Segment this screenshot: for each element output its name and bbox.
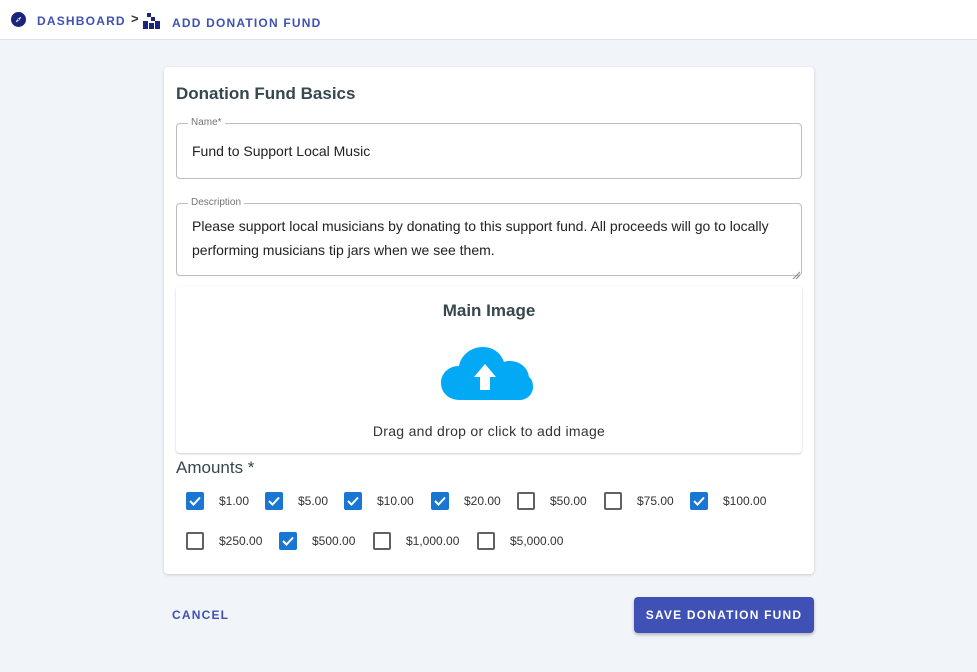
donation-blocks-icon	[143, 12, 161, 33]
breadcrumb-current-label: ADD DONATION FUND	[172, 15, 322, 30]
save-donation-fund-button[interactable]: SAVE DONATION FUND	[634, 597, 814, 633]
description-field-label: Description	[188, 197, 245, 209]
amount-checkbox-250[interactable]: $250.00	[186, 532, 262, 550]
amount-label: $10.00	[377, 494, 414, 508]
amount-checkbox-75[interactable]: $75.00	[604, 492, 674, 510]
compass-icon	[11, 12, 26, 30]
amount-checkbox-5000[interactable]: $5,000.00	[477, 532, 563, 550]
top-bar: DASHBOARD > ADD DONATION FUND	[0, 0, 977, 40]
donation-fund-card: Donation Fund Basics Name* Fund to Suppo…	[164, 67, 814, 574]
amount-label: $100.00	[723, 494, 767, 508]
checkbox-icon[interactable]	[517, 492, 535, 510]
breadcrumb-separator: >	[131, 11, 139, 26]
cloud-upload-icon	[440, 346, 534, 407]
cancel-button[interactable]: CANCEL	[172, 608, 229, 622]
resize-handle-icon[interactable]	[792, 266, 801, 280]
amount-label: $75.00	[637, 494, 674, 508]
breadcrumb-dashboard[interactable]: DASHBOARD	[11, 12, 126, 30]
checkbox-icon[interactable]	[186, 532, 204, 550]
amount-label: $50.00	[550, 494, 587, 508]
checkbox-icon[interactable]	[186, 492, 204, 510]
checkbox-icon[interactable]	[373, 532, 391, 550]
amount-label: $1.00	[219, 494, 250, 508]
main-image-hint: Drag and drop or click to add image	[372, 423, 606, 439]
amount-checkbox-5[interactable]: $5.00	[265, 492, 328, 510]
amount-label: $500.00	[312, 534, 356, 548]
checkbox-icon[interactable]	[265, 492, 283, 510]
main-image-title: Main Image	[442, 301, 536, 320]
amount-checkbox-50[interactable]: $50.00	[517, 492, 587, 510]
amount-checkbox-20[interactable]: $20.00	[431, 492, 501, 510]
amounts-title: Amounts *	[176, 458, 255, 477]
checkbox-icon[interactable]	[477, 532, 495, 550]
breadcrumb-dashboard-label: DASHBOARD	[37, 14, 126, 28]
description-field[interactable]: Description Please support local musicia…	[176, 197, 802, 280]
amount-checkbox-1[interactable]: $1.00	[186, 492, 249, 510]
breadcrumb-add-donation-fund: ADD DONATION FUND	[143, 12, 322, 33]
amount-label: $250.00	[219, 534, 263, 548]
checkbox-icon[interactable]	[344, 492, 362, 510]
name-field-label: Name*	[188, 117, 225, 129]
checkbox-icon[interactable]	[604, 492, 622, 510]
checkbox-icon[interactable]	[279, 532, 297, 550]
checkbox-icon[interactable]	[690, 492, 708, 510]
amount-checkbox-10[interactable]: $10.00	[344, 492, 414, 510]
checkbox-icon[interactable]	[431, 492, 449, 510]
description-field-value[interactable]: Please support local musicians by donati…	[192, 214, 771, 262]
name-field-value[interactable]: Fund to Support Local Music	[192, 143, 370, 159]
amount-label: $5.00	[298, 494, 329, 508]
name-field[interactable]: Name* Fund to Support Local Music	[176, 117, 802, 179]
amount-label: $1,000.00	[406, 534, 460, 548]
amount-checkbox-500[interactable]: $500.00	[279, 532, 355, 550]
amount-checkbox-100[interactable]: $100.00	[690, 492, 766, 510]
amount-checkbox-1000[interactable]: $1,000.00	[373, 532, 459, 550]
amount-label: $20.00	[464, 494, 501, 508]
main-image-dropzone[interactable]: Main Image Drag and drop or click to add…	[176, 286, 802, 453]
form-title: Donation Fund Basics	[176, 84, 356, 103]
amount-label: $5,000.00	[510, 534, 564, 548]
